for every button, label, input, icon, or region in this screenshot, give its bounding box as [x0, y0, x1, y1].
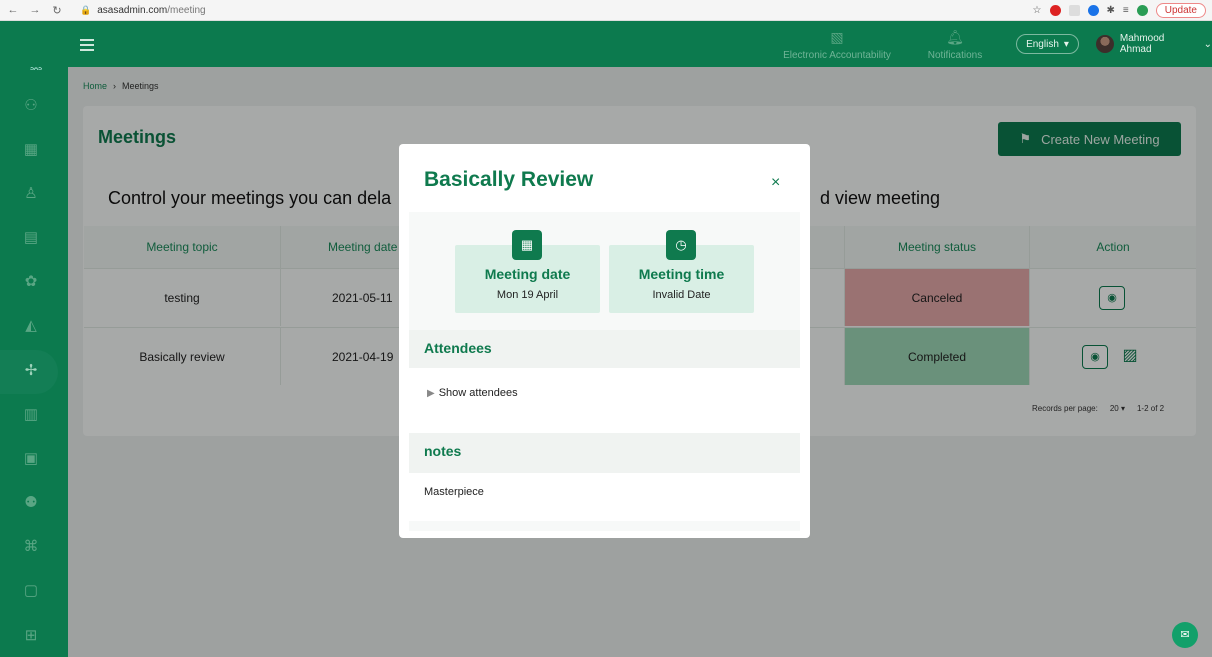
- notifications-label: Notifications: [927, 50, 983, 61]
- sidebar: A SAS ⚇ ▦ ♙ ▤ ✿ ◭ ✢ ▥ ▣ ⚉ ⌘ ▢ ⊞: [0, 21, 68, 657]
- users-icon[interactable]: ⚇: [20, 95, 42, 117]
- extension-icon[interactable]: [1068, 4, 1080, 16]
- url-path: /meeting: [167, 4, 206, 16]
- update-button[interactable]: Update: [1155, 2, 1206, 18]
- show-attendees-label: Show attendees: [438, 387, 518, 399]
- meeting-details-modal: Basically Review × ▦ Meeting date Mon 19…: [399, 144, 810, 538]
- chevron-down-icon: ⌄: [1203, 38, 1212, 50]
- notes-title: notes: [424, 443, 462, 459]
- accountability-icon: ▧: [830, 29, 844, 45]
- apps-icon[interactable]: ⊞: [20, 625, 42, 647]
- document-icon[interactable]: ▤: [20, 227, 42, 249]
- url-host: asasadmin.com: [97, 4, 168, 16]
- triangle-right-icon: ▶: [427, 387, 435, 399]
- playlist-icon[interactable]: ≡: [1123, 5, 1129, 16]
- language-select[interactable]: English ▾: [1016, 34, 1079, 54]
- reload-icon[interactable]: ↻: [48, 4, 66, 17]
- meeting-time-value: Invalid Date: [652, 289, 711, 301]
- user-name: Mahmood Ahmad: [1119, 33, 1165, 55]
- meeting-time-card: ◷ Meeting time Invalid Date: [609, 230, 754, 313]
- forward-icon[interactable]: →: [26, 4, 44, 16]
- grid-icon[interactable]: ▥: [20, 404, 42, 426]
- close-icon[interactable]: ×: [771, 174, 780, 192]
- extension-icon[interactable]: [1087, 4, 1099, 16]
- person-icon[interactable]: ♙: [20, 183, 42, 205]
- team-icon[interactable]: ⚉: [20, 492, 42, 514]
- chart-icon[interactable]: ◭: [20, 315, 42, 337]
- calendar-icon[interactable]: ▣: [20, 448, 42, 470]
- notes-text: Masterpiece: [424, 486, 484, 498]
- meeting-date-label: Meeting date: [484, 266, 571, 282]
- meeting-date-card: ▦ Meeting date Mon 19 April: [455, 230, 600, 313]
- star-icon[interactable]: ☆: [1033, 5, 1042, 16]
- clipboard-icon[interactable]: ▢: [20, 580, 42, 602]
- notes-section-header: [409, 433, 800, 473]
- lock-icon: 🔒: [80, 4, 92, 15]
- opera-extension-icon[interactable]: [1049, 4, 1061, 16]
- attendees-title: Attendees: [424, 340, 492, 356]
- profile-icon[interactable]: [1136, 4, 1148, 16]
- electronic-accountability-label: Electronic Accountability: [783, 50, 891, 61]
- electronic-accountability-link[interactable]: ▧ Electronic Accountability: [778, 29, 896, 61]
- meetings-icon[interactable]: ✢: [20, 360, 42, 382]
- network-icon[interactable]: ⌘: [20, 536, 42, 558]
- user-menu[interactable]: Mahmood Ahmad ⌄: [1096, 33, 1212, 55]
- chat-icon[interactable]: ✉: [1172, 622, 1198, 648]
- avatar: [1096, 35, 1114, 53]
- meeting-time-label: Meeting time: [638, 266, 725, 282]
- language-label: English: [1026, 38, 1059, 50]
- bell-icon: 🔔︎: [946, 29, 964, 45]
- menu-icon[interactable]: [80, 39, 94, 54]
- chevron-down-icon: ▾: [1063, 38, 1069, 50]
- calendar-icon: ▦: [512, 230, 542, 260]
- back-icon[interactable]: ←: [4, 4, 22, 16]
- clock-icon: ◷: [666, 230, 696, 260]
- modal-footer-pad: [409, 521, 800, 531]
- building-icon[interactable]: ▦: [20, 139, 42, 161]
- meeting-date-value: Mon 19 April: [496, 289, 559, 301]
- attendees-section-body: [409, 368, 800, 433]
- show-attendees-toggle[interactable]: ▶ Show attendees: [427, 387, 518, 399]
- modal-title: Basically Review: [424, 168, 594, 191]
- settings-icon[interactable]: ✿: [20, 271, 42, 293]
- address-bar[interactable]: 🔒 asasadmin.com/meeting: [80, 2, 206, 19]
- app-header: ▧ Electronic Accountability 🔔︎ Notificat…: [0, 21, 1212, 67]
- notifications-link[interactable]: 🔔︎ Notifications: [922, 29, 988, 61]
- puzzle-icon[interactable]: ✱: [1107, 5, 1115, 16]
- browser-toolbar: ← → ↻ 🔒 asasadmin.com/meeting ☆ ✱ ≡ Upda…: [0, 0, 1212, 21]
